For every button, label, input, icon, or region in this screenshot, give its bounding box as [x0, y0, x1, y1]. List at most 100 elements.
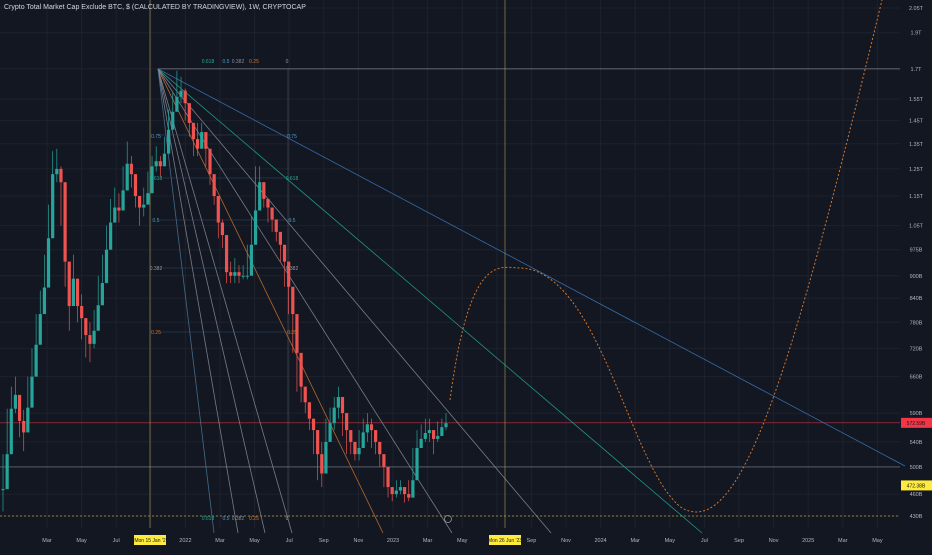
candle-body — [9, 408, 13, 455]
fib-top-label: 0 — [286, 59, 289, 65]
candle-body — [75, 278, 80, 307]
candle-body — [92, 330, 96, 344]
fib-bottom-label: 0.382 — [232, 516, 245, 522]
price-axis-label: 1.05T — [909, 224, 924, 230]
price-axis-label: 590B — [910, 411, 923, 417]
candle-body — [427, 430, 432, 433]
price-axis-label: 1.25T — [909, 167, 924, 173]
candle-body — [175, 96, 179, 112]
fib-top-label: 0.5 — [223, 59, 230, 65]
candle-body — [183, 90, 187, 104]
fib-bottom-label: 0 — [286, 516, 289, 522]
candle-body — [365, 424, 369, 433]
candle-body — [154, 161, 158, 167]
candle-body — [353, 441, 357, 455]
candle-body — [26, 407, 30, 433]
time-axis-label: Sep — [319, 538, 329, 544]
candle-body — [299, 352, 303, 387]
price-axis-label: 1.15T — [909, 194, 924, 200]
time-axis-label: Sep — [527, 538, 537, 544]
candle-body — [100, 283, 104, 306]
candle-body — [270, 207, 274, 220]
price-axis-label: 540B — [910, 440, 923, 446]
fib-right-label: 0.75 — [287, 134, 297, 140]
candle-body — [340, 396, 345, 414]
time-axis-label: Mar — [630, 538, 640, 544]
candle-body — [349, 430, 353, 442]
candle-body — [84, 318, 88, 336]
candle-body — [382, 454, 386, 467]
candle-body — [125, 163, 129, 191]
candle-body — [357, 447, 361, 455]
candle-body — [324, 441, 328, 474]
fib-right-label: 0.618 — [286, 176, 299, 182]
candle-body — [129, 163, 133, 175]
candle-body — [17, 394, 22, 421]
candle-body — [109, 222, 113, 250]
candle-body — [316, 430, 320, 455]
candle-body — [212, 174, 216, 197]
chart-title: Crypto Total Market Cap Exclude BTC, $ (… — [4, 4, 306, 11]
candle-body — [336, 396, 340, 408]
candle-body — [191, 122, 196, 140]
candle-body — [278, 231, 282, 245]
candle-body — [55, 168, 59, 175]
chart-area[interactable]: 0.618 0.5 0.382 0.25 0 0.618 0.5 0.382 0.25 0 0.75… — [0, 0, 932, 550]
time-axis-label: Jul — [286, 538, 293, 544]
candle-body — [274, 219, 278, 232]
candle-body — [282, 244, 287, 262]
candle-body — [1, 489, 5, 491]
time-axis-label: Jul — [113, 538, 120, 544]
fib-right-label: 0.5 — [289, 218, 296, 224]
candle-body — [411, 480, 415, 498]
candle-body — [431, 430, 436, 439]
candle-body — [5, 454, 9, 490]
candle-body — [121, 190, 125, 211]
candle-body — [303, 386, 307, 403]
candle-body — [162, 153, 167, 167]
candle-body — [22, 420, 26, 433]
candle-body — [88, 335, 92, 344]
candle-body — [146, 193, 150, 205]
candle-body — [71, 278, 75, 307]
candle-body — [237, 272, 241, 276]
time-axis-label: May — [76, 538, 87, 544]
price-axis-label: 1.9T — [910, 31, 922, 37]
fib-top-label: 0.382 — [232, 59, 245, 65]
price-axis-label: 500B — [910, 465, 923, 471]
crosshair-price-tag-text: 472.38B — [907, 483, 926, 489]
candle-body — [34, 344, 38, 377]
time-axis-label: Mar — [423, 538, 433, 544]
time-axis-label: May — [665, 538, 676, 544]
candle-body — [415, 447, 419, 481]
candle-body — [46, 238, 51, 288]
time-axis-label: Sep — [734, 538, 744, 544]
candle-body — [407, 494, 411, 498]
candle-body — [208, 148, 212, 175]
price-tag-text: 572.59B — [907, 421, 926, 427]
candle-body — [167, 129, 171, 154]
time-axis-label: Nov — [561, 538, 571, 544]
price-axis-label: 1.35T — [909, 142, 924, 148]
candle-body — [386, 466, 390, 488]
candle-body — [30, 376, 34, 408]
candle-body — [249, 244, 254, 276]
fib-top-label: 0.25 — [249, 59, 259, 65]
candle-body — [241, 275, 245, 277]
price-axis-label: 430B — [910, 514, 923, 520]
candle-body — [200, 132, 204, 149]
candle-body — [195, 139, 200, 149]
candle-body — [113, 207, 117, 223]
price-axis-label: 460B — [910, 492, 923, 498]
candle-body — [42, 287, 47, 315]
price-axis-label: 900B — [910, 274, 923, 280]
candle-body — [291, 286, 295, 315]
time-axis-label: 2024 — [594, 538, 606, 544]
price-axis-label: 2.05T — [909, 6, 924, 12]
candle-body — [13, 394, 18, 409]
candle-body — [133, 174, 138, 197]
price-chart[interactable]: 0.618 0.5 0.382 0.25 00.618 0.5 0.382 0.25 00.75… — [0, 0, 932, 550]
price-axis-label: 840B — [910, 296, 923, 302]
fib-top-label: 0.618 — [202, 59, 215, 65]
fib-right-label: 0.382 — [286, 266, 299, 272]
